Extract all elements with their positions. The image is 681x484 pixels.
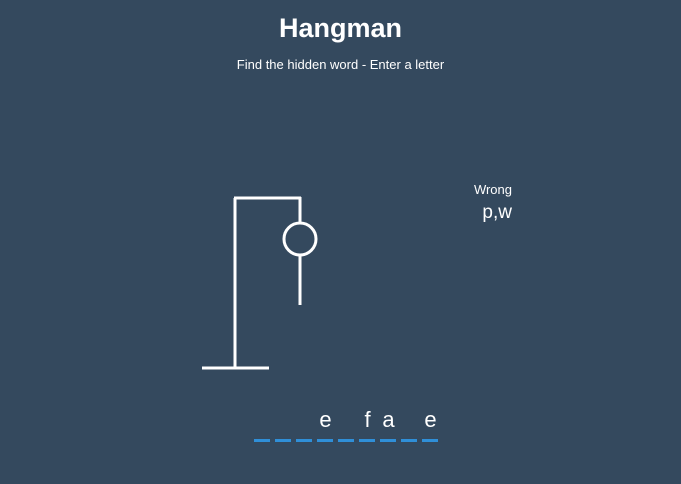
- letter-char: e: [319, 407, 332, 432]
- game-container: Hangman Find the hidden word - Enter a l…: [0, 0, 681, 484]
- letter-underline: [401, 439, 417, 442]
- letter-underline: [338, 439, 354, 442]
- wrong-letters: p,w: [482, 202, 512, 223]
- letter-char: a: [382, 407, 395, 432]
- letter-char: [252, 406, 273, 434]
- letter-slot: f: [357, 406, 378, 442]
- letter-char: [294, 406, 315, 434]
- letter-slot: [336, 406, 357, 442]
- letter-slot: [399, 406, 420, 442]
- letter-underline: [422, 439, 438, 442]
- letter-char: [336, 406, 357, 434]
- hangman-head: [282, 221, 318, 257]
- letter-char: [273, 406, 294, 434]
- letter-char: f: [364, 407, 371, 432]
- letter-slot: [294, 406, 315, 442]
- letter-underline: [317, 439, 333, 442]
- letter-slot: [273, 406, 294, 442]
- wrong-label: Wrong: [473, 182, 512, 197]
- wrong-letters-panel: Wrong p,w: [452, 182, 512, 224]
- letter-slot: e: [315, 406, 336, 442]
- letter-slot: e: [420, 406, 441, 442]
- letter-char: [399, 406, 420, 434]
- letter-char: e: [424, 407, 437, 432]
- letter-underline: [359, 439, 375, 442]
- letter-underline: [380, 439, 396, 442]
- letter-slot: a: [378, 406, 399, 442]
- letter-underline: [296, 439, 312, 442]
- letter-underline: [254, 439, 270, 442]
- letter-slot: [252, 406, 273, 442]
- hidden-word: e fa e: [252, 406, 441, 442]
- letter-underline: [275, 439, 291, 442]
